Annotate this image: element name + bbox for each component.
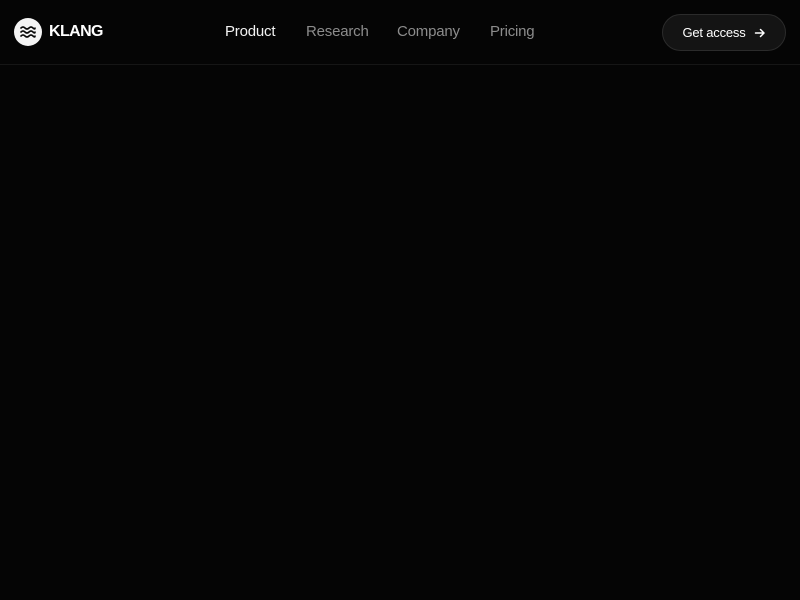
arrow-right-icon bbox=[754, 27, 766, 39]
page: KLANG Product Research Company Pricing G… bbox=[0, 0, 800, 600]
nav-item-product[interactable]: Product bbox=[225, 23, 275, 41]
nav-item-research[interactable]: Research bbox=[306, 23, 369, 41]
nav-item-company[interactable]: Company bbox=[397, 23, 460, 41]
brand-name: KLANG bbox=[49, 23, 103, 40]
top-navigation-bar: KLANG Product Research Company Pricing G… bbox=[0, 0, 800, 65]
main-content-area bbox=[0, 65, 800, 600]
nav-item-pricing[interactable]: Pricing bbox=[490, 23, 535, 41]
brand-home-link[interactable]: KLANG bbox=[14, 18, 103, 46]
get-access-label: Get access bbox=[682, 25, 746, 40]
get-access-button[interactable]: Get access bbox=[662, 14, 786, 51]
waves-icon bbox=[14, 18, 42, 46]
